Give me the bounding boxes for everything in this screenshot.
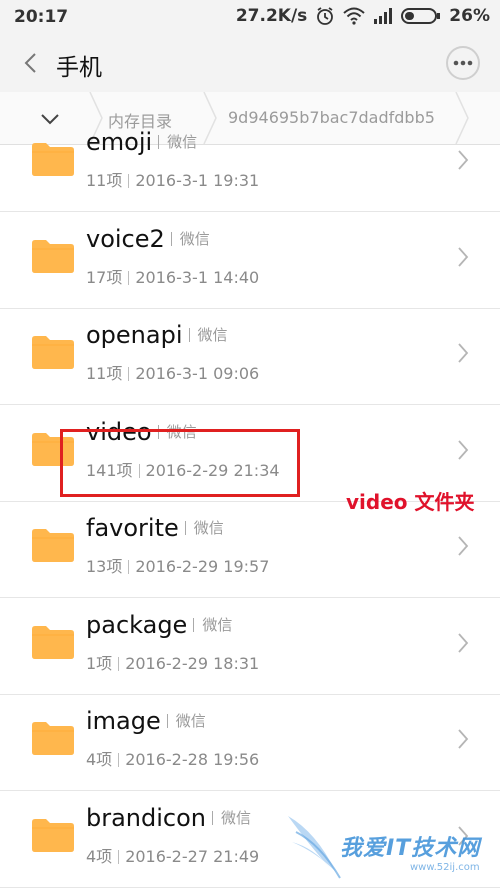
file-row-package[interactable]: package 微信 1项 2016-2-29 18:31: [0, 599, 500, 695]
chevron-right-icon: [458, 439, 469, 460]
file-name: brandicon 微信: [86, 804, 251, 832]
file-meta: 4项 2016-2-27 21:49: [86, 843, 259, 867]
file-name-text: package: [86, 610, 188, 639]
file-name: voice2 微信: [86, 225, 210, 253]
battery-icon: [401, 8, 441, 24]
more-button[interactable]: [446, 46, 480, 80]
file-name: favorite 微信: [86, 514, 224, 542]
file-row-favorite[interactable]: favorite 微信 13项 2016-2-29 19:57: [0, 502, 500, 598]
file-name-text: favorite: [86, 514, 179, 542]
file-meta: 17项 2016-3-1 14:40: [86, 264, 259, 288]
chevron-right-icon: [458, 729, 469, 749]
file-source-text: 微信: [167, 133, 198, 151]
file-source-text: 微信: [193, 519, 224, 537]
status-bar: 20:17 27.2K/s 26%: [0, 0, 500, 34]
file-name-text: image: [86, 707, 161, 735]
annotation-label: video 文件夹: [346, 490, 475, 514]
file-source-text: 微信: [179, 229, 210, 248]
file-count: 4项: [86, 846, 113, 866]
app-bar: 手机: [0, 34, 500, 93]
file-name-text: emoji: [86, 128, 153, 156]
folder-icon: [32, 818, 74, 852]
signal-icon: [374, 8, 393, 24]
file-source-text: 微信: [202, 615, 233, 634]
file-date: 2016-3-1 19:31: [135, 171, 260, 190]
file-date: 2016-2-28 19:56: [125, 750, 260, 769]
wifi-icon: [343, 7, 365, 25]
folder-icon: [32, 239, 74, 273]
folder-icon: [32, 143, 74, 176]
file-count: 11项: [86, 171, 123, 190]
file-date: 2016-3-1 09:06: [135, 364, 260, 383]
file-count: 1项: [86, 653, 113, 673]
file-source: 微信: [188, 326, 228, 344]
file-source: 微信: [184, 519, 224, 537]
chevron-right-icon: [458, 536, 469, 556]
file-count: 13项: [86, 557, 123, 576]
file-date: 2016-3-1 14:40: [135, 267, 260, 287]
file-name: image 微信: [86, 707, 206, 735]
chevron-right-icon: [458, 150, 469, 170]
file-source-text: 微信: [175, 712, 206, 730]
chevron-right-icon: [458, 343, 469, 363]
watermark-text: 我爱IT技术网: [340, 836, 481, 861]
file-source-text: 微信: [197, 326, 228, 344]
file-meta: 13项 2016-2-29 19:57: [86, 553, 269, 577]
file-source: 微信: [158, 133, 197, 151]
file-source: 微信: [193, 616, 232, 634]
file-meta: 11项 2016-3-1 19:31: [86, 167, 259, 191]
watermark: 我爱IT技术网 www.52ij.com: [286, 812, 500, 889]
file-row-voice2[interactable]: voice2 微信 17项 2016-3-1 14:40: [0, 213, 500, 309]
folder-icon: [32, 336, 74, 369]
file-meta: 1项 2016-2-29 18:31: [86, 650, 259, 674]
folder-icon: [32, 722, 74, 755]
file-name: package 微信: [86, 611, 232, 639]
alarm-icon: [317, 7, 334, 25]
network-speed: 27.2K/s: [235, 6, 308, 26]
file-source: 微信: [166, 712, 206, 730]
file-name-text: brandicon: [86, 803, 207, 832]
file-date: 2016-2-27 21:49: [125, 846, 260, 866]
file-name: emoji 微信: [86, 128, 197, 156]
status-indicators: 27.2K/s 26%: [236, 6, 490, 26]
highlight-box: [60, 429, 300, 497]
more-horizontal-icon: [453, 60, 473, 66]
file-meta: 11项 2016-3-1 09:06: [86, 360, 259, 384]
file-count: 4项: [86, 750, 113, 769]
file-meta: 4项 2016-2-28 19:56: [86, 746, 259, 770]
file-date: 2016-2-29 19:57: [135, 557, 270, 576]
file-source: 微信: [170, 229, 210, 248]
file-count: 11项: [86, 364, 123, 383]
file-row-emoji[interactable]: emoji 微信 11项 2016-3-1 19:31: [0, 116, 500, 212]
folder-icon: [32, 529, 74, 562]
chevron-right-icon: [458, 632, 469, 653]
chevron-right-icon: [458, 246, 469, 267]
file-date: 2016-2-29 18:31: [125, 653, 260, 673]
file-row-image[interactable]: image 微信 4项 2016-2-28 19:56: [0, 695, 500, 791]
folder-icon: [32, 625, 74, 659]
file-name-text: voice2: [86, 224, 165, 253]
battery-level: 26%: [449, 6, 490, 26]
chevron-left-icon[interactable]: [16, 48, 46, 78]
file-source: 微信: [212, 809, 251, 827]
file-name: openapi 微信: [86, 321, 228, 349]
file-name-text: openapi: [86, 321, 183, 349]
file-row-openapi[interactable]: openapi 微信 11项 2016-3-1 09:06: [0, 309, 500, 405]
file-source-text: 微信: [221, 808, 252, 827]
watermark-url: www.52ij.com: [410, 862, 480, 873]
page-title: 手机: [56, 55, 102, 81]
status-time: 20:17: [14, 7, 69, 27]
file-count: 17项: [86, 267, 123, 287]
